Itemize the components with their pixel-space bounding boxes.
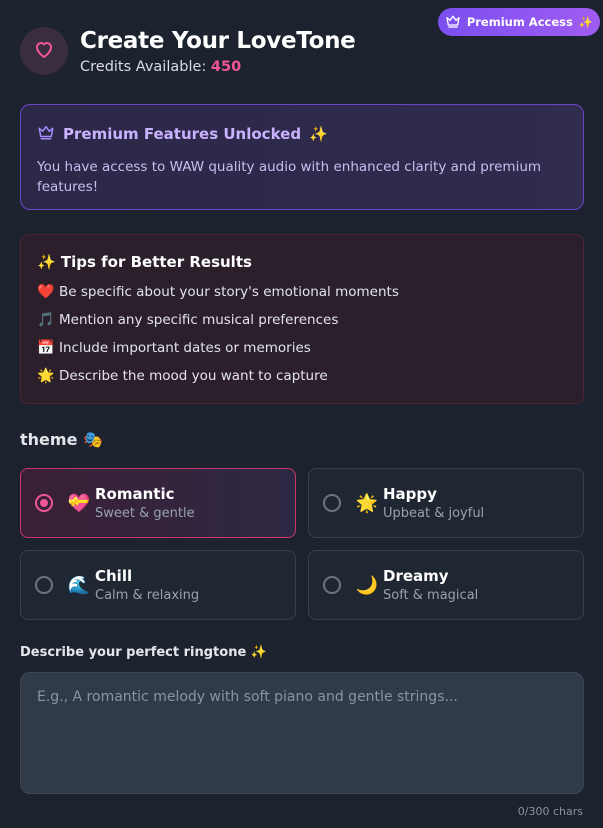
header: Create Your LoveTone Credits Available: … [20, 27, 356, 75]
header-text: Create Your LoveTone Credits Available: … [80, 27, 356, 75]
credits-value: 450 [210, 59, 242, 75]
theme-option-title: Happy [383, 485, 437, 503]
premium-features-box: Premium Features Unlocked ✨ You have acc… [20, 104, 584, 210]
theme-option-happy[interactable]: 🌟 Happy Upbeat & joyful [308, 468, 584, 538]
tip-text: Mention any specific musical preferences [59, 312, 339, 328]
theme-option-text: Happy Upbeat & joyful [383, 485, 484, 521]
credits-label: Credits Available: [80, 59, 207, 75]
theme-option-subtitle: Soft & magical [383, 588, 479, 603]
theme-option-chill[interactable]: 🌊 Chill Calm & relaxing [20, 550, 296, 620]
star-icon: 🌟 [37, 368, 55, 384]
premium-access-badge[interactable]: Premium Access ✨ [438, 8, 600, 36]
tip-text: Be specific about your story's emotional… [59, 284, 399, 300]
crescent-moon-icon: 🌙 [355, 574, 379, 596]
tips-list: ❤️ Be specific about your story's emotio… [37, 278, 567, 390]
tips-title: ✨ Tips for Better Results [37, 253, 252, 271]
page: Premium Access ✨ Create Your LoveTone Cr… [0, 0, 603, 828]
heart-icon: ❤️ [37, 284, 55, 300]
sparkle-icon: ✨ [578, 15, 594, 29]
music-note-icon: 🎵 [37, 312, 55, 328]
heart-badge [20, 27, 68, 75]
premium-features-title: Premium Features Unlocked ✨ [37, 123, 567, 145]
crown-icon [445, 13, 461, 32]
theme-option-subtitle: Sweet & gentle [95, 506, 195, 521]
list-item: 📅 Include important dates or memories [37, 334, 567, 362]
tip-text: Describe the mood you want to capture [59, 368, 328, 384]
heart-icon [32, 37, 56, 65]
sparkle-icon: ✨ [309, 125, 328, 143]
tip-text: Include important dates or memories [59, 340, 311, 356]
ringtone-description-input[interactable] [20, 672, 584, 794]
theater-masks-icon: 🎭 [83, 430, 104, 449]
theme-option-subtitle: Upbeat & joyful [383, 506, 485, 521]
theme-option-dreamy[interactable]: 🌙 Dreamy Soft & magical [308, 550, 584, 620]
char-count: 0/300 chars [517, 805, 583, 818]
theme-option-title: Chill [95, 567, 133, 585]
list-item: 🌟 Describe the mood you want to capture [37, 362, 567, 390]
premium-features-text: You have access to WAW quality audio wit… [37, 159, 542, 195]
theme-label-text: theme [20, 430, 78, 449]
list-item: ❤️ Be specific about your story's emotio… [37, 278, 567, 306]
tips-box: ✨ Tips for Better Results ❤️ Be specific… [20, 234, 584, 404]
theme-option-title: Romantic [95, 485, 175, 503]
radio-happy[interactable] [323, 494, 341, 512]
describe-label: Describe your perfect ringtone ✨ [20, 645, 267, 660]
premium-access-label: Premium Access [466, 15, 573, 29]
star-icon: 🌟 [355, 492, 379, 514]
radio-romantic[interactable] [35, 494, 53, 512]
theme-option-title: Dreamy [383, 567, 449, 585]
radio-dreamy[interactable] [323, 576, 341, 594]
theme-option-romantic[interactable]: 💝 Romantic Sweet & gentle [20, 468, 296, 538]
theme-option-text: Chill Calm & relaxing [95, 567, 199, 603]
page-title: Create Your LoveTone [80, 28, 356, 54]
gift-heart-icon: 💝 [67, 492, 91, 514]
radio-dot [40, 499, 48, 507]
theme-option-text: Dreamy Soft & magical [383, 567, 478, 603]
crown-icon [37, 123, 55, 145]
credits-line: Credits Available: 450 [80, 59, 355, 75]
radio-chill[interactable] [35, 576, 53, 594]
theme-label: theme 🎭 [20, 430, 103, 449]
wave-icon: 🌊 [67, 574, 91, 596]
list-item: 🎵 Mention any specific musical preferenc… [37, 306, 567, 334]
theme-option-subtitle: Calm & relaxing [95, 588, 200, 603]
theme-option-text: Romantic Sweet & gentle [95, 485, 195, 521]
premium-features-title-text: Premium Features Unlocked [63, 125, 302, 143]
calendar-icon: 📅 [37, 340, 55, 356]
